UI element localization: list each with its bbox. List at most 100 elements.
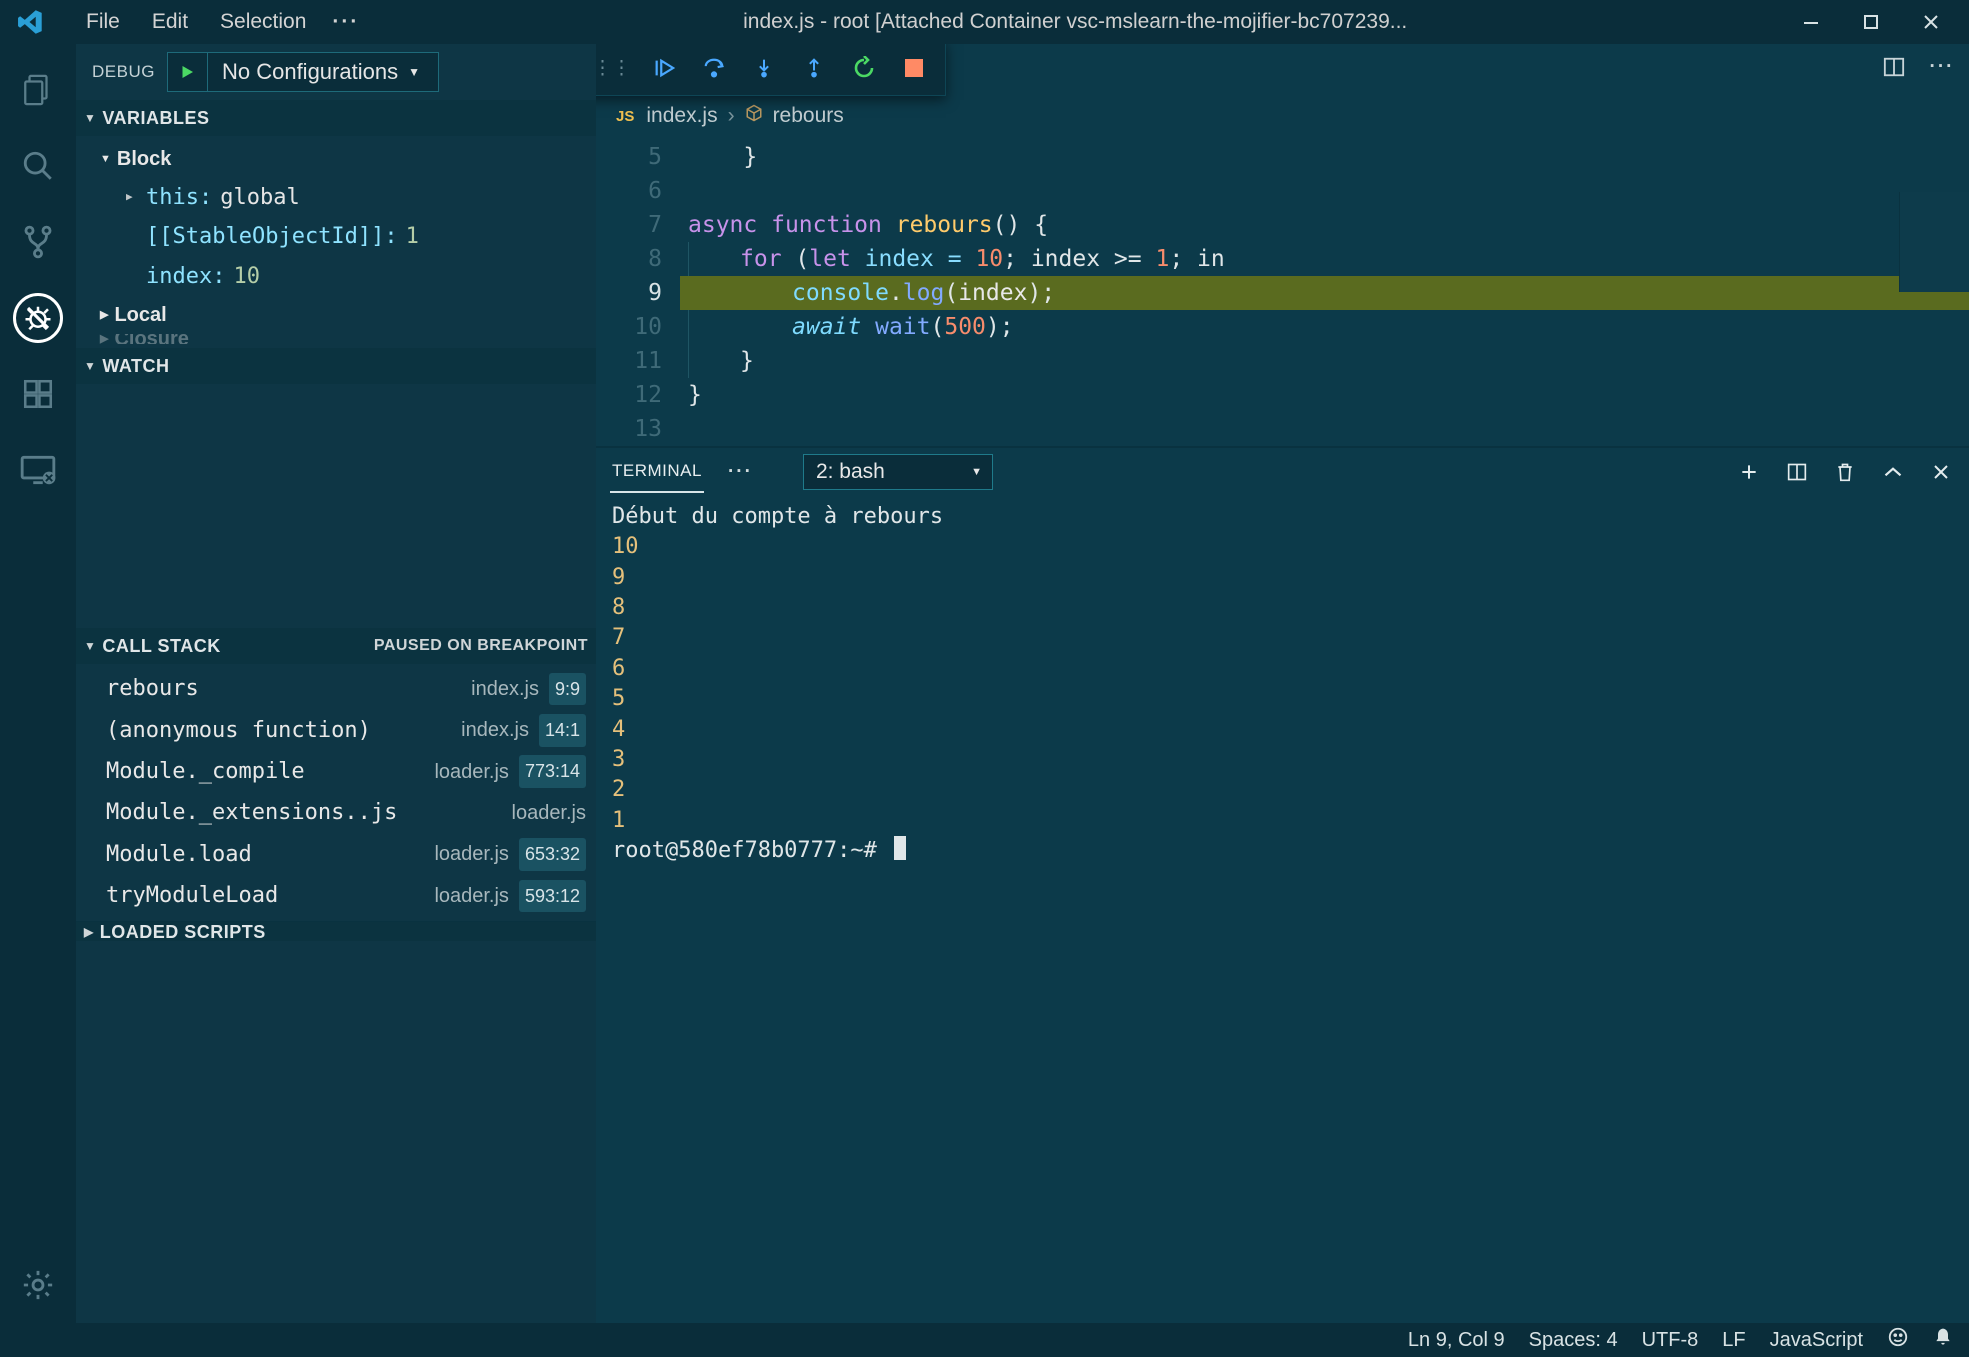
section-watch-header[interactable]: ▼ WATCH [76,348,596,384]
split-editor-button[interactable] [1877,50,1911,84]
frame-file: index.js [461,713,529,747]
scope-block[interactable]: ▼ Block [76,140,596,178]
gutter: 5 6 7 8 9 10 11 12 13 [596,140,680,446]
callstack-frame[interactable]: tryModuleLoad loader.js 593:12 [76,875,596,916]
section-callstack-title: CALL STACK [102,636,220,657]
close-button[interactable] [1901,0,1961,44]
minimap[interactable] [1899,192,1969,292]
more-actions-button[interactable]: ··· [1925,50,1959,84]
callstack-frame[interactable]: Module.loadloader.js653:32 [76,834,596,875]
terminal-prompt[interactable]: root@580ef78b0777:~# [612,836,1953,866]
activity-scm[interactable] [0,204,76,280]
minimize-button[interactable] [1781,0,1841,44]
code-token: for [740,242,795,276]
frame-name: tryModuleLoad [106,877,424,914]
new-terminal-button[interactable] [1735,458,1763,486]
activity-bar [0,44,76,1323]
status-position[interactable]: Ln 9, Col 9 [1408,1329,1505,1352]
activity-search[interactable] [0,128,76,204]
chevron-down-icon: ▼ [84,639,96,653]
callstack-frame[interactable]: Module._compileloader.js773:14 [76,751,596,792]
menu-selection[interactable]: Selection [204,4,322,40]
code-token: ( [930,310,944,344]
scope-local[interactable]: ▶ Local [76,296,596,334]
section-variables: ▼ VARIABLES ▼ Block ▶ this: global [[Sta… [76,100,596,348]
chevron-down-icon: ▼ [100,150,111,169]
section-callstack-header[interactable]: ▼ CALL STACK PAUSED ON BREAKPOINT [76,628,596,664]
status-indent[interactable]: Spaces: 4 [1529,1329,1618,1352]
callstack-frame[interactable]: Module._extensions..jsloader.js [76,792,596,833]
frame-name: (anonymous function) [106,712,451,749]
code-lines[interactable]: } async function rebours() { for (let in… [680,140,1969,446]
callstack-frame[interactable]: (anonymous function) index.js 14:1 [76,710,596,751]
variable-row[interactable]: [[StableObjectId]]: 1 [76,217,596,256]
panel-more-button[interactable]: ··· [720,461,761,483]
js-badge-icon: JS [616,108,634,125]
debug-config-select[interactable]: No Configurations [208,52,438,92]
code-token: ; in [1169,242,1224,276]
code-token: ; index >= [1003,242,1155,276]
scope-closure-cut[interactable]: ▶ Closure [76,334,596,344]
menu-file[interactable]: File [70,4,136,40]
terminal-body[interactable]: Début du compte à rebours10987654321root… [596,496,1969,886]
status-eol[interactable]: LF [1722,1329,1745,1352]
status-encoding[interactable]: UTF-8 [1642,1329,1699,1352]
frame-file: loader.js [434,879,509,913]
section-loaded-header[interactable]: ▶ LOADED SCRIPTS [76,922,596,941]
section-watch: ▼ WATCH [76,348,596,628]
breadcrumb-file[interactable]: index.js [646,104,717,128]
section-variables-header[interactable]: ▼ VARIABLES [76,100,596,136]
continue-button[interactable] [641,48,687,88]
menu-more-icon[interactable]: ··· [322,4,369,40]
frame-file: loader.js [512,796,587,830]
activity-extensions[interactable] [0,356,76,432]
debug-sidebar: DEBUG No Configurations ▼ VARIABLES ▼ Bl… [76,44,596,1323]
debug-config-box: No Configurations [167,52,439,92]
terminal-select[interactable]: 2: bash [803,454,993,490]
step-over-button[interactable] [691,48,737,88]
activity-explorer[interactable] [0,52,76,128]
start-debug-button[interactable] [168,52,208,92]
terminal-line: 10 [612,532,1953,562]
step-into-button[interactable] [741,48,787,88]
activity-remote[interactable] [0,432,76,508]
split-terminal-button[interactable] [1783,458,1811,486]
kill-terminal-button[interactable] [1831,458,1859,486]
bell-icon[interactable] [1933,1326,1953,1354]
debug-toolbar[interactable]: ⋮⋮ [596,44,946,96]
close-panel-button[interactable] [1927,458,1955,486]
activity-debug[interactable] [0,280,76,356]
debug-header: DEBUG No Configurations [76,44,596,100]
code-token: console [792,276,889,310]
code-editor[interactable]: 5 6 7 8 9 10 11 12 13 } async function [596,140,1969,446]
step-out-button[interactable] [791,48,837,88]
variable-row[interactable]: index: 10 [76,257,596,296]
terminal-line: Début du compte à rebours [612,502,1953,532]
scope-local-label: Local [114,298,166,332]
maximize-panel-button[interactable] [1879,458,1907,486]
menu-edit[interactable]: Edit [136,4,204,40]
frame-position: 593:12 [519,880,586,913]
tab-terminal[interactable]: TERMINAL [610,451,704,493]
code-token: } [688,378,702,412]
stop-button[interactable] [891,48,937,88]
code-token: async [688,208,771,242]
breadcrumb-symbol[interactable]: rebours [773,104,844,128]
status-language[interactable]: JavaScript [1770,1329,1863,1352]
frame-position: 14:1 [539,714,586,747]
variable-row[interactable]: ▶ this: global [76,178,596,217]
maximize-button[interactable] [1841,0,1901,44]
code-token: wait [875,310,930,344]
variable-value: 10 [233,258,260,295]
restart-button[interactable] [841,48,887,88]
breadcrumb[interactable]: JS index.js › rebours [596,92,1969,140]
scope-block-label: Block [117,142,171,176]
bottom-panel: TERMINAL ··· 2: bash Début du compte à r… [596,446,1969,886]
vscode-logo-icon [16,8,44,36]
section-loaded-scripts: ▶ LOADED SCRIPTS [76,921,596,941]
grip-icon[interactable]: ⋮⋮ [596,57,637,80]
activity-settings[interactable] [0,1247,76,1323]
terminal-line: 4 [612,715,1953,745]
feedback-icon[interactable] [1887,1326,1909,1354]
callstack-frame[interactable]: reboursindex.js9:9 [76,668,596,709]
